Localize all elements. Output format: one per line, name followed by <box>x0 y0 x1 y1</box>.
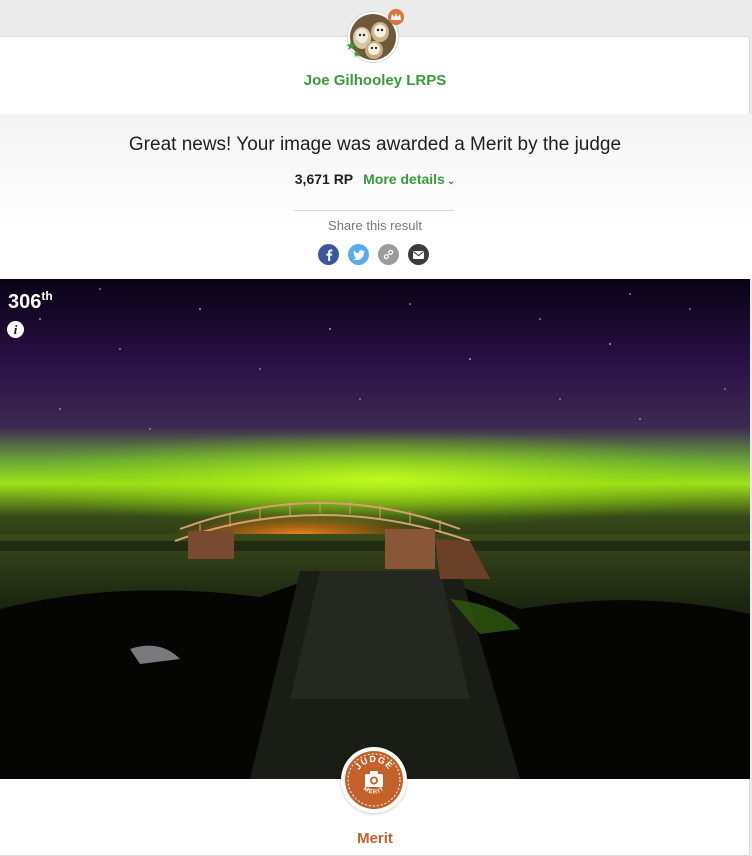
rank-suffix: th <box>41 289 53 303</box>
share-label: Share this result <box>328 218 422 233</box>
facebook-share-button[interactable] <box>318 244 339 265</box>
email-icon <box>413 250 424 259</box>
username-link[interactable]: Joe Gilhooley LRPS <box>0 72 750 89</box>
crown-icon <box>388 9 404 25</box>
result-stats: 3,671 RP More details ⌄ <box>0 171 750 187</box>
aurora-bridge-image <box>0 279 750 779</box>
more-details-link[interactable]: More details ⌄ <box>363 171 455 187</box>
judge-badge: JUDGE MERIT <box>341 747 407 813</box>
share-buttons <box>318 244 429 265</box>
judge-merit-badge-icon: JUDGE MERIT <box>345 751 403 809</box>
email-share-button[interactable] <box>408 244 429 265</box>
rank-number: 306 <box>8 291 42 313</box>
result-headline: Great news! Your image was awarded a Mer… <box>128 134 622 155</box>
award-label: Merit <box>357 830 393 847</box>
entry-photo[interactable] <box>0 279 750 779</box>
stars-icon <box>346 41 362 64</box>
chevron-down-icon: ⌄ <box>446 176 456 187</box>
rank-points: 3,671 RP <box>294 171 354 187</box>
twitter-share-button[interactable] <box>348 244 369 265</box>
more-details-label: More details <box>363 171 445 187</box>
facebook-icon <box>325 249 332 261</box>
twitter-icon <box>352 249 365 260</box>
copy-link-button[interactable] <box>378 244 399 265</box>
rank-position: 306th <box>8 289 53 314</box>
user-avatar[interactable] <box>346 9 404 64</box>
link-icon <box>383 249 394 260</box>
info-icon[interactable]: i <box>7 321 24 338</box>
divider <box>294 210 454 211</box>
